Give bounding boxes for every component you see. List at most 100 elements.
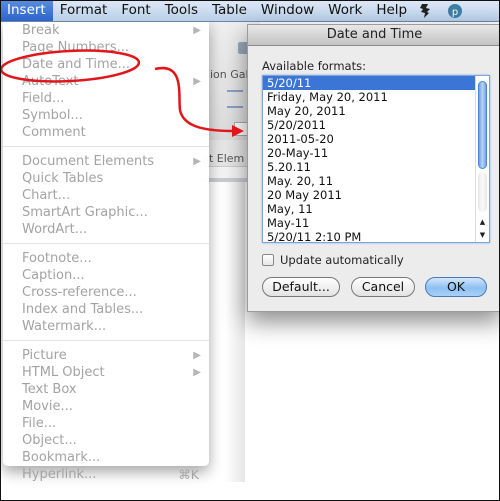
menu-item-label: Movie...: [22, 399, 73, 414]
menu-item-comment[interactable]: Comment: [3, 124, 209, 141]
menu-item-field[interactable]: Field...: [3, 90, 209, 107]
menu-work[interactable]: Work: [321, 0, 369, 21]
menu-item-label: Page Numbers...: [22, 40, 129, 55]
numbered-list-icon: [227, 90, 243, 108]
scrollbar-track[interactable]: [478, 172, 487, 212]
menu-item-label: File...: [22, 416, 57, 431]
menu-item-label: Watermark...: [22, 319, 107, 334]
menu-insert[interactable]: Insert: [0, 0, 53, 21]
formats-list[interactable]: 5/20/11 Friday, May 20, 2011 May 20, 201…: [262, 75, 490, 243]
submenu-arrow-icon: ▶: [193, 25, 201, 36]
menu-item-label: Bookmark...: [22, 450, 101, 465]
menu-item-break[interactable]: Break ▶: [3, 22, 209, 39]
menu-item-label: Cross-reference...: [22, 285, 137, 300]
menu-item-quick-tables[interactable]: Quick Tables: [3, 170, 209, 187]
format-option[interactable]: May. 20, 11: [263, 174, 489, 188]
menu-item-footnote[interactable]: Footnote...: [3, 250, 209, 267]
menu-item-wordart[interactable]: WordArt...: [3, 221, 209, 238]
format-option[interactable]: 20-May-11: [263, 146, 489, 160]
menu-item-label: Comment: [22, 125, 86, 140]
menu-item-label: Picture: [22, 348, 67, 363]
menu-item-label: Caption...: [22, 268, 85, 283]
update-automatically-checkbox[interactable]: Update automatically: [262, 253, 404, 267]
update-automatically-label: Update automatically: [280, 253, 404, 267]
menu-item-date-and-time[interactable]: Date and Time...: [3, 56, 209, 73]
menu-item-label: Symbol...: [22, 108, 83, 123]
format-option[interactable]: 2011-05-20: [263, 132, 489, 146]
menu-item-document-elements[interactable]: Document Elements ▶: [3, 153, 209, 170]
format-option[interactable]: 5/20/11: [263, 76, 489, 90]
menu-item-hyperlink[interactable]: Hyperlink... ⌘K: [3, 466, 209, 483]
date-and-time-dialog: Date and Time Available formats: 5/20/11…: [247, 24, 500, 312]
format-option[interactable]: May-11: [263, 216, 489, 230]
cancel-button[interactable]: Cancel: [351, 277, 415, 297]
menu-item-object[interactable]: Object...: [3, 432, 209, 449]
menu-item-symbol[interactable]: Symbol...: [3, 107, 209, 124]
dialog-title: Date and Time: [248, 25, 500, 46]
format-option[interactable]: 5.20.11: [263, 160, 489, 174]
menu-separator: [3, 243, 209, 244]
menu-item-label: Quick Tables: [22, 171, 104, 186]
menu-separator: [3, 146, 209, 147]
menu-item-label: Text Box: [22, 382, 77, 397]
menu-item-label: Document Elements: [22, 154, 155, 169]
menu-item-label: Field...: [22, 91, 65, 106]
menu-item-file[interactable]: File...: [3, 415, 209, 432]
pinterest-icon[interactable]: p: [444, 0, 466, 21]
menu-item-bookmark[interactable]: Bookmark...: [3, 449, 209, 466]
menu-item-autotext[interactable]: AutoText ▶: [3, 73, 209, 90]
menu-tools[interactable]: Tools: [158, 0, 205, 21]
menu-item-movie[interactable]: Movie...: [3, 398, 209, 415]
available-formats-label: Available formats:: [262, 59, 366, 73]
format-option[interactable]: May, 11: [263, 202, 489, 216]
menu-window[interactable]: Window: [254, 0, 321, 21]
menu-item-watermark[interactable]: Watermark...: [3, 318, 209, 335]
menu-item-html-object[interactable]: HTML Object ▶: [3, 364, 209, 381]
shortcut-label: ⌘K: [178, 467, 199, 482]
scroll-up-arrow-icon[interactable]: ▲: [476, 216, 489, 228]
ribbon-label-gallery: ion Gall: [210, 68, 252, 81]
scrollbar-thumb[interactable]: [478, 81, 487, 169]
script-menu-icon[interactable]: [414, 0, 436, 21]
menu-font[interactable]: Font: [114, 0, 157, 21]
checkbox-box[interactable]: [262, 254, 274, 266]
ok-button[interactable]: OK: [425, 277, 487, 297]
menu-item-label: Break: [22, 23, 60, 38]
menu-item-label: Footnote...: [22, 251, 92, 266]
format-option[interactable]: May 20, 2011: [263, 104, 489, 118]
menu-item-label: Date and Time...: [22, 57, 131, 72]
formats-scrollbar[interactable]: ▲ ▼: [475, 76, 489, 242]
menu-separator: [3, 340, 209, 341]
menu-item-page-numbers[interactable]: Page Numbers...: [3, 39, 209, 56]
menu-item-chart[interactable]: Chart...: [3, 187, 209, 204]
svg-text:p: p: [452, 7, 458, 18]
menu-item-caption[interactable]: Caption...: [3, 267, 209, 284]
menu-item-index-and-tables[interactable]: Index and Tables...: [3, 301, 209, 318]
menu-format[interactable]: Format: [53, 0, 115, 21]
menu-help[interactable]: Help: [369, 0, 414, 21]
menu-table[interactable]: Table: [205, 0, 254, 21]
menu-item-label: Index and Tables...: [22, 302, 144, 317]
format-option[interactable]: 20 May 2011: [263, 188, 489, 202]
default-button[interactable]: Default...: [262, 277, 340, 297]
menu-item-cross-reference[interactable]: Cross-reference...: [3, 284, 209, 301]
menu-item-text-box[interactable]: Text Box: [3, 381, 209, 398]
format-option[interactable]: Friday, May 20, 2011: [263, 90, 489, 104]
menu-item-label: WordArt...: [22, 222, 88, 237]
menu-item-label: Hyperlink...: [22, 467, 97, 482]
format-option[interactable]: 5/20/2011: [263, 118, 489, 132]
menu-item-label: SmartArt Graphic...: [22, 205, 148, 220]
menu-item-label: HTML Object: [22, 365, 105, 380]
menu-item-smartart[interactable]: SmartArt Graphic...: [3, 204, 209, 221]
submenu-arrow-icon: ▶: [193, 350, 201, 361]
menu-item-picture[interactable]: Picture ▶: [3, 347, 209, 364]
document-page-edge: [225, 182, 245, 482]
menu-item-label: Object...: [22, 433, 77, 448]
submenu-arrow-icon: ▶: [193, 367, 201, 378]
submenu-arrow-icon: ▶: [193, 156, 201, 167]
menu-item-label: Chart...: [22, 188, 71, 203]
scroll-down-arrow-icon[interactable]: ▼: [476, 229, 489, 241]
insert-menu: Break ▶ Page Numbers... Date and Time... …: [3, 21, 209, 482]
menu-item-label: AutoText: [22, 74, 79, 89]
format-option[interactable]: 5/20/11 2:10 PM: [263, 230, 489, 242]
